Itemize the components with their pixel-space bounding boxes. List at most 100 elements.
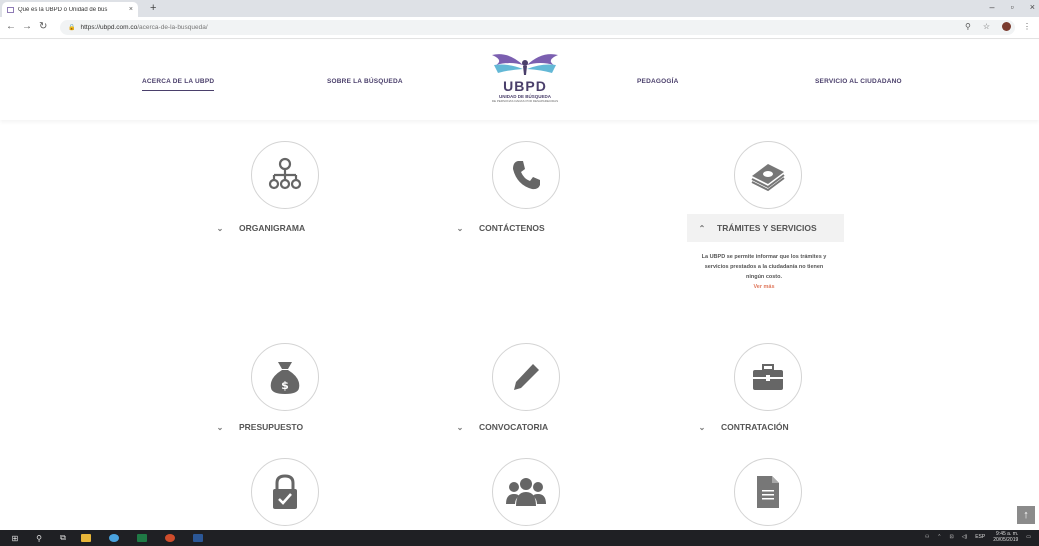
nav-acerca[interactable]: ACERCA DE LA UBPD bbox=[142, 78, 215, 91]
url-path: /acerca-de-la-busqueda/ bbox=[137, 24, 208, 31]
reload-icon[interactable]: ↻ bbox=[39, 21, 47, 32]
document-icon bbox=[757, 476, 779, 508]
maximize-button[interactable]: ▫ bbox=[1011, 2, 1014, 12]
contratacion-title: CONTRATACIÓN bbox=[721, 422, 789, 432]
show-hidden-icons[interactable]: ⌃ bbox=[937, 534, 941, 540]
browser-tab-strip: Qué es la UBPD o Unidad de bús × + – ▫ × bbox=[0, 0, 1039, 17]
scroll-to-top-button[interactable]: ↑ bbox=[1017, 506, 1035, 524]
presupuesto-title: PRESUPUESTO bbox=[239, 422, 304, 432]
convocatoria-title: CONVOCATORIA bbox=[479, 422, 549, 432]
contactenos-title: CONTÁCTENOS bbox=[479, 223, 545, 233]
organigrama-card bbox=[205, 141, 365, 209]
chevron-down-icon: ⌄ bbox=[698, 422, 706, 432]
clock-date: 20/05/2019 bbox=[993, 537, 1019, 543]
new-tab-button[interactable]: + bbox=[150, 2, 156, 14]
contratacion-card bbox=[688, 343, 848, 411]
contratacion-header[interactable]: ⌄ CONTRATACIÓN bbox=[687, 413, 789, 441]
phone-icon bbox=[513, 161, 540, 190]
documentos-circle[interactable] bbox=[734, 458, 802, 526]
presupuesto-circle[interactable]: $ bbox=[251, 343, 319, 411]
presupuesto-card: $ bbox=[205, 343, 365, 411]
pencil-icon bbox=[514, 364, 539, 390]
file-explorer-icon[interactable] bbox=[81, 534, 91, 542]
padlock-icon bbox=[273, 474, 297, 509]
menu-dots-icon[interactable]: ⋮ bbox=[1023, 22, 1031, 31]
favicon-icon bbox=[7, 6, 14, 13]
transparencia-card bbox=[205, 458, 365, 526]
minimize-button[interactable]: – bbox=[990, 2, 995, 12]
org-chart-icon bbox=[268, 157, 302, 190]
clock[interactable]: 9:45 a. m. 20/05/2019 bbox=[993, 531, 1018, 543]
nav-sobre-busqueda[interactable]: SOBRE LA BÚSQUEDA bbox=[327, 78, 403, 85]
contactenos-card bbox=[446, 141, 606, 209]
chevron-down-icon: ⌄ bbox=[216, 422, 224, 432]
svg-text:$: $ bbox=[281, 379, 289, 392]
network-icon[interactable]: ⊡ bbox=[950, 534, 954, 540]
notifications-icon[interactable]: ▭ bbox=[1026, 534, 1031, 540]
back-arrow-icon[interactable]: ← bbox=[6, 21, 16, 32]
site-header: ACERCA DE LA UBPD SOBRE LA BÚSQUEDA PEDA… bbox=[0, 40, 1039, 120]
organigrama-title: ORGANIGRAMA bbox=[239, 223, 306, 233]
contratacion-circle[interactable] bbox=[734, 343, 802, 411]
windows-start-icon[interactable]: ⊞ bbox=[6, 534, 24, 543]
nav-pedagogia[interactable]: PEDAGOGÍA bbox=[637, 78, 679, 85]
search-icon[interactable]: ⚲ bbox=[30, 534, 48, 543]
window-controls: – ▫ × bbox=[990, 2, 1035, 12]
tramites-description: La UBPD se permite informar que los trám… bbox=[697, 252, 831, 292]
address-bar: ← → ↻ 🔒 https://ubpd.com.co/acerca-de-la… bbox=[0, 17, 1039, 39]
people-icon[interactable]: ⚇ bbox=[925, 534, 929, 540]
tramites-card bbox=[688, 141, 848, 209]
system-tray: ⚇ ⌃ ⊡ ◁) ESP 9:45 a. m. 20/05/2019 ▭ bbox=[925, 531, 1031, 543]
profile-avatar[interactable] bbox=[1002, 22, 1011, 31]
powerpoint-icon[interactable] bbox=[165, 534, 175, 542]
participacion-card bbox=[446, 458, 606, 526]
tab-close-icon[interactable]: × bbox=[129, 6, 133, 13]
contactenos-header[interactable]: ⌄ CONTÁCTENOS bbox=[445, 214, 545, 242]
chrome-icon[interactable] bbox=[109, 534, 119, 542]
word-icon[interactable] bbox=[193, 534, 203, 542]
bookmark-star-icon[interactable]: ☆ bbox=[983, 22, 990, 31]
participacion-circle[interactable] bbox=[492, 458, 560, 526]
excel-icon[interactable] bbox=[137, 534, 147, 542]
language-indicator[interactable]: ESP bbox=[975, 534, 985, 540]
task-view-icon[interactable]: ⧉ bbox=[54, 533, 72, 543]
browser-tab[interactable]: Qué es la UBPD o Unidad de bús × bbox=[2, 2, 138, 17]
url-input[interactable]: 🔒 https://ubpd.com.co/acerca-de-la-busqu… bbox=[60, 20, 1015, 35]
volume-icon[interactable]: ◁) bbox=[962, 534, 968, 540]
tramites-title: TRÁMITES Y SERVICIOS bbox=[717, 223, 817, 233]
organigrama-header[interactable]: ⌄ ORGANIGRAMA bbox=[205, 214, 305, 242]
chevron-up-icon: ⌃ bbox=[698, 223, 706, 233]
close-window-button[interactable]: × bbox=[1030, 2, 1035, 12]
windows-taskbar: ⊞ ⚲ ⧉ ⚇ ⌃ ⊡ ◁) ESP 9:45 a. m. 20/05/2019… bbox=[0, 530, 1039, 546]
transparencia-circle[interactable] bbox=[251, 458, 319, 526]
convocatoria-card bbox=[446, 343, 606, 411]
contactenos-circle[interactable] bbox=[492, 141, 560, 209]
zoom-icon[interactable]: ⚲ bbox=[965, 22, 971, 31]
organigrama-circle[interactable] bbox=[251, 141, 319, 209]
chevron-down-icon: ⌄ bbox=[456, 223, 464, 233]
presupuesto-header[interactable]: ⌄ PRESUPUESTO bbox=[205, 413, 303, 441]
tramites-desc-text: La UBPD se permite informar que los trám… bbox=[701, 254, 827, 280]
logo-tagline: DE PERSONAS DADAS POR DESAPARECIDAS bbox=[491, 99, 559, 103]
logo-name: UBPD bbox=[503, 78, 547, 94]
omnibox-actions: ⚲ ☆ ⋮ bbox=[965, 22, 1031, 31]
money-bag-icon: $ bbox=[270, 362, 300, 394]
convocatoria-circle[interactable] bbox=[492, 343, 560, 411]
chevron-down-icon: ⌄ bbox=[456, 422, 464, 432]
nav-servicio-ciudadano[interactable]: SERVICIO AL CIUDADANO bbox=[815, 78, 902, 85]
forward-arrow-icon[interactable]: → bbox=[22, 21, 32, 32]
tramites-circle[interactable] bbox=[734, 141, 802, 209]
chevron-down-icon: ⌄ bbox=[216, 223, 224, 233]
wings-logo-icon bbox=[492, 54, 558, 75]
money-stack-icon bbox=[751, 164, 785, 192]
documentos-card bbox=[688, 458, 848, 526]
convocatoria-header[interactable]: ⌄ CONVOCATORIA bbox=[445, 413, 548, 441]
ver-mas-link[interactable]: Ver más bbox=[697, 282, 831, 292]
tab-title: Qué es la UBPD o Unidad de bús bbox=[18, 6, 108, 13]
tramites-header[interactable]: ⌃ TRÁMITES Y SERVICIOS bbox=[687, 214, 844, 242]
lock-icon: 🔒 bbox=[68, 25, 76, 31]
url-host: https://ubpd.com.co bbox=[80, 24, 138, 31]
briefcase-icon bbox=[753, 364, 783, 390]
ubpd-logo[interactable]: UBPD UNIDAD DE BÚSQUEDA DE PERSONAS DADA… bbox=[485, 51, 565, 117]
people-group-icon bbox=[506, 478, 546, 506]
